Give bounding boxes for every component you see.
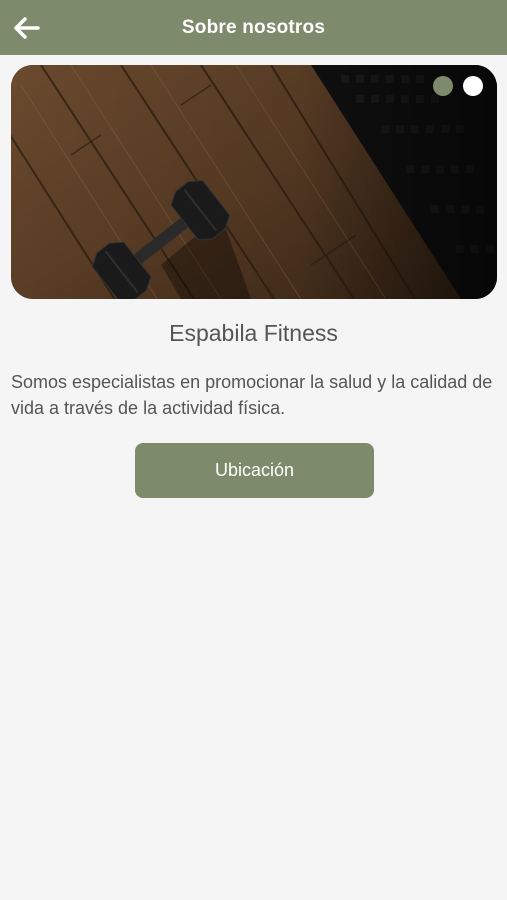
dumbbell-photo: [11, 65, 497, 299]
carousel-dot-2[interactable]: [463, 76, 483, 96]
carousel-indicators: [433, 76, 483, 96]
page-title: Sobre nosotros: [181, 16, 326, 38]
carousel-dot-1[interactable]: [433, 76, 453, 96]
location-button[interactable]: Ubicación: [135, 443, 374, 498]
business-name: Espabila Fitness: [169, 320, 338, 346]
image-carousel[interactable]: [11, 65, 497, 299]
back-button[interactable]: [10, 12, 42, 44]
app-bar: Sobre nosotros: [0, 0, 507, 55]
business-description: Somos especialistas en promocionar la sa…: [11, 372, 493, 418]
arrow-left-icon: [14, 17, 40, 39]
